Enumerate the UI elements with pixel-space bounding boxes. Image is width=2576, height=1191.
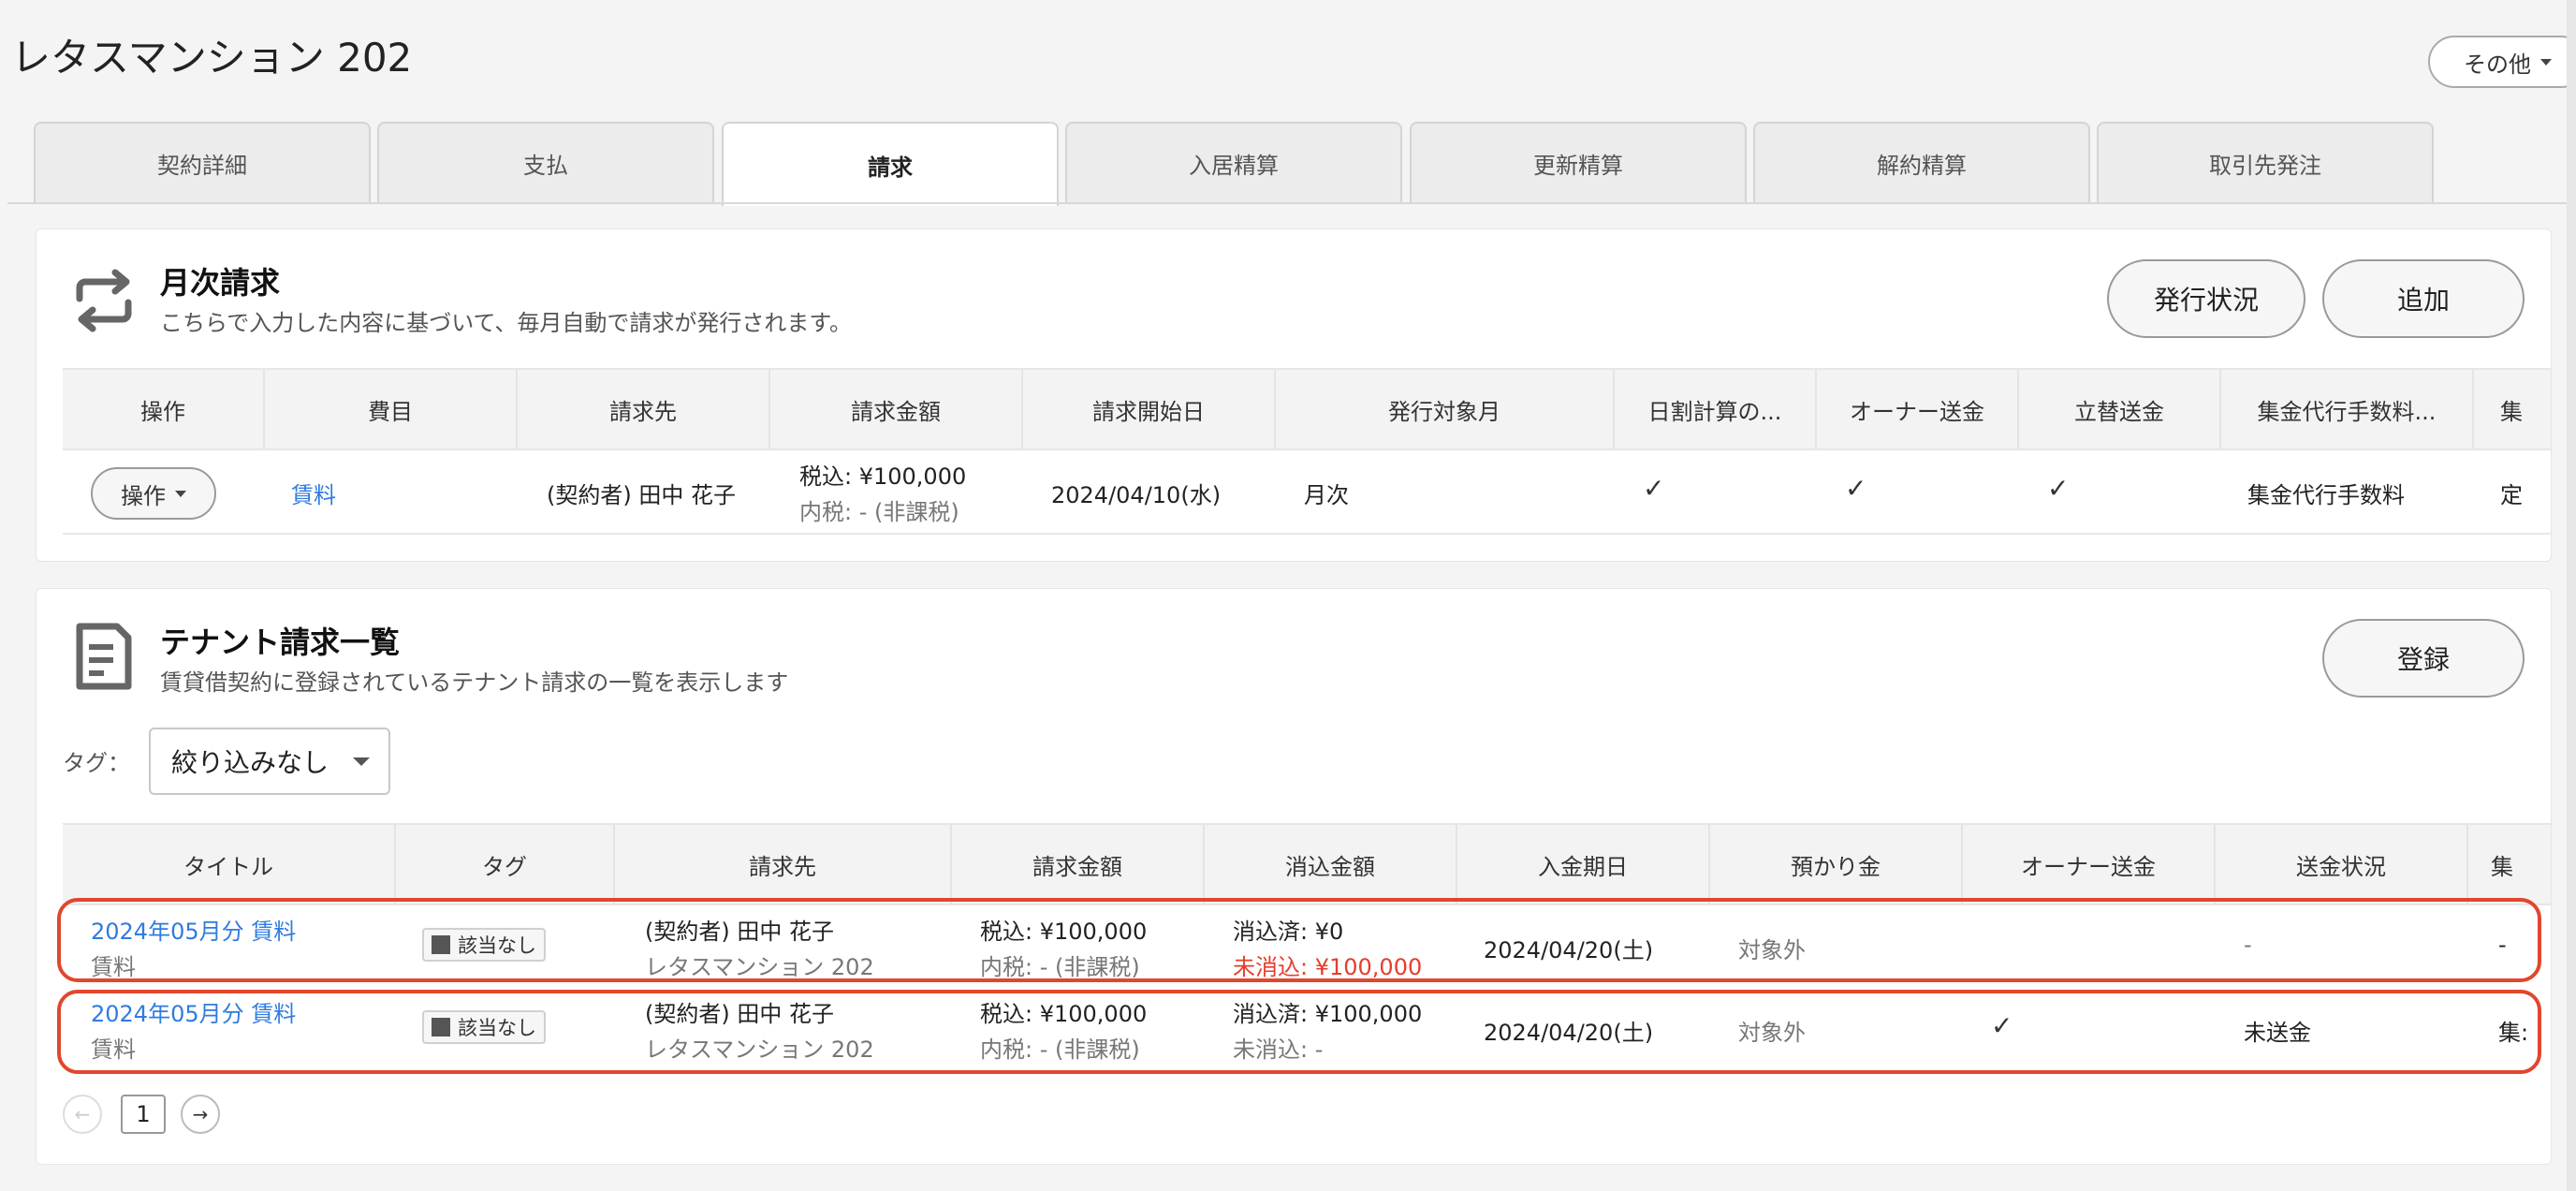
caret-down-icon xyxy=(175,490,186,497)
col-extra: 集 xyxy=(2500,398,2523,425)
issue-status-button[interactable]: 発行状況 xyxy=(2107,259,2305,338)
owner-remit-check-icon: ✓ xyxy=(1845,473,1867,504)
cleared-amount: 消込済: ¥0 xyxy=(1233,919,1344,945)
col-remit-status: 送金状況 xyxy=(2216,825,2468,904)
remit-status: - xyxy=(2244,932,2252,958)
monthly-billing-description: こちらで入力した内容に基づいて、毎月自動で請求が発行されます。 xyxy=(160,310,852,336)
amount-sub: 内税: - (非課税) xyxy=(980,1037,1140,1063)
due-date: 2024/04/20(土) xyxy=(1484,937,1654,963)
tenant-billing-description: 賃貸借契約に登録されているテナント請求の一覧を表示します xyxy=(160,669,789,696)
amount-main: 税込: ¥100,000 xyxy=(799,463,967,490)
col-billing-to: 請求先 xyxy=(518,370,770,448)
tab-payment[interactable]: 支払 xyxy=(377,122,714,203)
tag-badge-label: 該当なし xyxy=(458,934,536,957)
scrollbar[interactable] xyxy=(2567,0,2576,1191)
register-button[interactable]: 登録 xyxy=(2322,619,2525,698)
caret-down-icon xyxy=(2540,58,2552,66)
tag-color-icon xyxy=(432,1018,450,1037)
document-icon xyxy=(76,623,132,690)
other-menu-label: その他 xyxy=(2464,51,2531,78)
billing-title-link[interactable]: 2024年05月分 賃料 xyxy=(91,913,296,946)
col-billing-to: 請求先 xyxy=(615,825,952,904)
col-operation: 操作 xyxy=(63,370,265,448)
col-owner-remit: オーナー送金 xyxy=(1817,370,2019,448)
col-advance-remit: 立替送金 xyxy=(2019,370,2221,448)
tag-badge-label: 該当なし xyxy=(458,1017,536,1039)
billing-subtitle: 賃料 xyxy=(91,954,136,980)
billing-to: (契約者) 田中 花子 xyxy=(645,919,834,945)
billing-title-link[interactable]: 2024年05月分 賃料 xyxy=(91,995,296,1028)
col-target-month: 発行対象月 xyxy=(1276,370,1615,448)
remit-status: 未送金 xyxy=(2244,1020,2311,1046)
tag-badge: 該当なし xyxy=(422,1010,546,1044)
col-cleared-amount: 消込金額 xyxy=(1205,825,1457,904)
current-page[interactable]: 1 xyxy=(121,1095,166,1134)
extra-cell: - xyxy=(2498,932,2507,958)
col-title: タイトル xyxy=(63,825,396,904)
caret-down-icon xyxy=(353,757,370,766)
col-due-date: 入金期日 xyxy=(1457,825,1710,904)
add-button[interactable]: 追加 xyxy=(2322,259,2525,338)
next-page-button[interactable]: → xyxy=(181,1095,220,1134)
tag-badge: 該当なし xyxy=(422,928,546,962)
monthly-billing-card: 月次請求 こちらで入力した内容に基づいて、毎月自動で請求が発行されます。 発行状… xyxy=(36,228,2552,562)
billing-subtitle: 賃料 xyxy=(91,1037,136,1063)
property-name: レタスマンション 202 xyxy=(645,954,874,980)
col-extra: 集 xyxy=(2491,853,2513,880)
tab-divider xyxy=(7,202,2576,204)
amount-main: 税込: ¥100,000 xyxy=(980,919,1148,945)
col-deposit: 預かり金 xyxy=(1710,825,1963,904)
operation-dropdown[interactable]: 操作 xyxy=(91,467,216,520)
uncleared-amount: 未消込: - xyxy=(1233,1037,1324,1063)
tab-contract-details[interactable]: 契約詳細 xyxy=(34,122,371,203)
prorate-check-icon: ✓ xyxy=(1643,473,1665,504)
other-menu-button[interactable]: その他 xyxy=(2428,36,2576,88)
extra-cell: 定 xyxy=(2500,482,2523,508)
tag-filter-label: タグ： xyxy=(63,750,130,776)
tenant-table-header: タイトル タグ 請求先 請求金額 消込金額 入金期日 預かり金 オーナー送金 送… xyxy=(63,823,2551,905)
deposit-status: 対象外 xyxy=(1738,1020,1806,1046)
amount-sub: 内税: - (非課税) xyxy=(980,954,1140,980)
repeat-icon xyxy=(76,269,132,332)
monthly-billing-title: 月次請求 xyxy=(160,265,281,301)
tag-color-icon xyxy=(432,935,450,954)
tenant-billing-title: テナント請求一覧 xyxy=(160,625,401,660)
extra-cell: 集: xyxy=(2498,1020,2529,1046)
tab-renewal-settlement[interactable]: 更新精算 xyxy=(1410,122,1747,203)
prev-page-button[interactable]: ← xyxy=(63,1095,102,1134)
tag-filter-value: 絞り込みなし xyxy=(171,747,329,778)
col-amount: 請求金額 xyxy=(770,370,1023,448)
tenant-billing-card: テナント請求一覧 賃貸借契約に登録されているテナント請求の一覧を表示します 登録… xyxy=(36,588,2552,1165)
col-amount: 請求金額 xyxy=(952,825,1205,904)
due-date: 2024/04/20(土) xyxy=(1484,1020,1654,1046)
billing-to: (契約者) 田中 花子 xyxy=(645,1001,834,1027)
uncleared-amount: 未消込: ¥100,000 xyxy=(1233,954,1423,980)
col-prorate: 日割計算の... xyxy=(1615,370,1817,448)
operation-label: 操作 xyxy=(121,482,166,509)
monthly-table-header: 操作 費目 請求先 請求金額 請求開始日 発行対象月 日割計算の... オーナー… xyxy=(63,368,2551,450)
target-month: 月次 xyxy=(1304,482,1349,508)
tab-vendor-order[interactable]: 取引先発注 xyxy=(2097,122,2434,203)
collection-fee: 集金代行手数料 xyxy=(2247,482,2405,508)
tab-billing[interactable]: 請求 xyxy=(722,122,1059,206)
item-link[interactable]: 賃料 xyxy=(291,477,336,509)
cleared-amount: 消込済: ¥100,000 xyxy=(1233,1001,1423,1027)
advance-remit-check-icon: ✓ xyxy=(2047,473,2070,504)
col-start-date: 請求開始日 xyxy=(1023,370,1276,448)
property-name: レタスマンション 202 xyxy=(645,1037,874,1063)
tab-cancellation-settlement[interactable]: 解約精算 xyxy=(1753,122,2090,203)
col-owner-remit: オーナー送金 xyxy=(1963,825,2216,904)
col-tag: タグ xyxy=(396,825,615,904)
col-item: 費目 xyxy=(265,370,518,448)
billing-to: (契約者) 田中 花子 xyxy=(547,482,736,508)
page-title: レタスマンション 202 xyxy=(11,35,413,81)
owner-remit-check-icon: ✓ xyxy=(1991,1010,2013,1041)
deposit-status: 対象外 xyxy=(1738,937,1806,963)
amount-sub: 内税: - (非課税) xyxy=(799,499,959,525)
col-collection-fee: 集金代行手数料... xyxy=(2221,370,2474,448)
amount-main: 税込: ¥100,000 xyxy=(980,1001,1148,1027)
start-date: 2024/04/10(水) xyxy=(1051,482,1222,508)
tag-filter-select[interactable]: 絞り込みなし xyxy=(149,728,390,795)
tab-move-in-settlement[interactable]: 入居精算 xyxy=(1065,122,1402,203)
